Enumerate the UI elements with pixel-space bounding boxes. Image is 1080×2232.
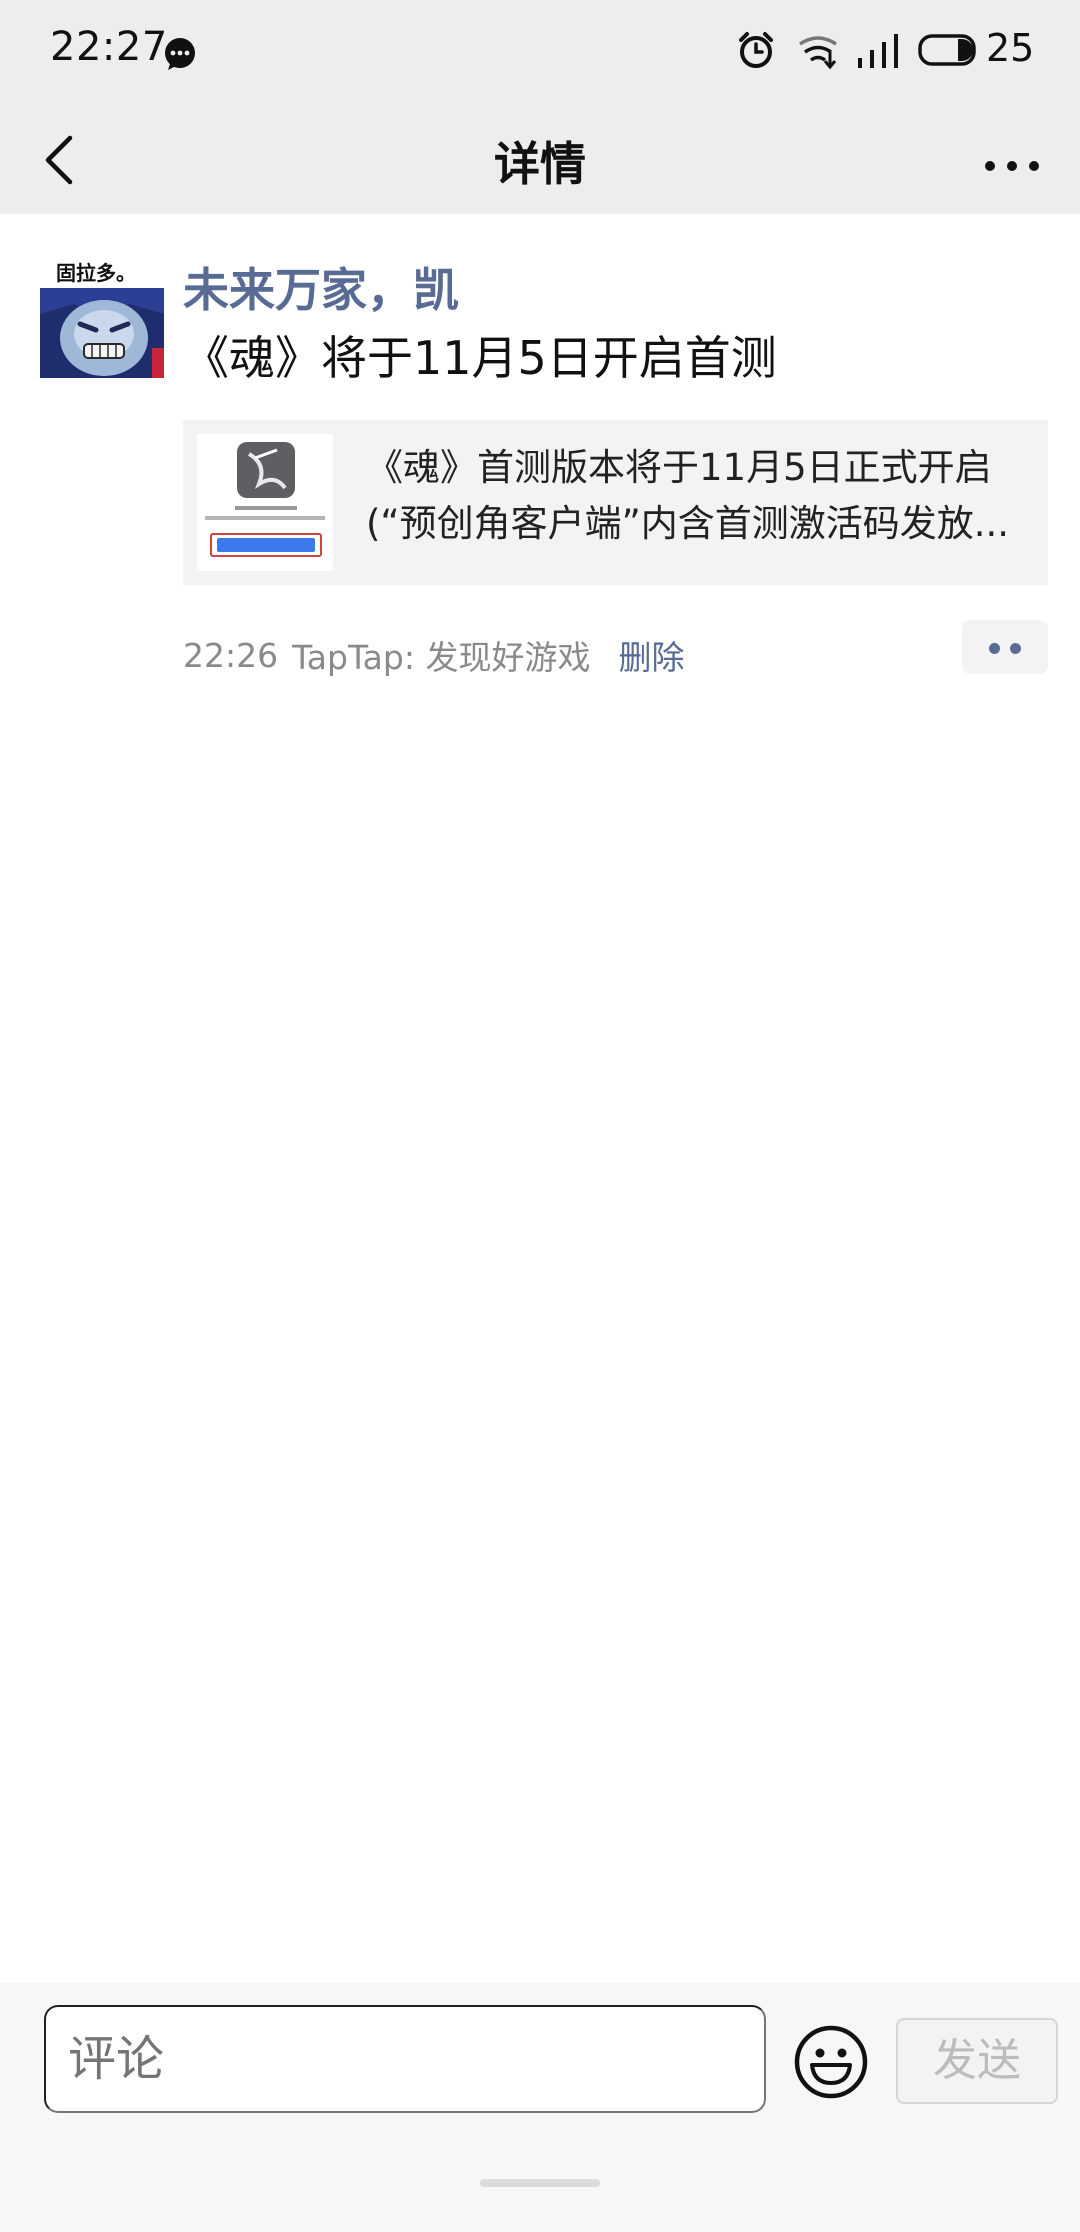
avatar[interactable]: 固拉多。 bbox=[40, 254, 164, 378]
shared-link-card[interactable]: 《魂》首测版本将于11月5日正式开启 (“预创角客户端”内含首测激活码发放... bbox=[183, 420, 1048, 585]
signal-icon bbox=[858, 34, 898, 68]
battery-level: 25 bbox=[986, 26, 1035, 70]
link-title: 《魂》首测版本将于11月5日正式开启 (“预创角客户端”内含首测激活码发放... bbox=[366, 440, 1031, 552]
more-dots-icon[interactable] bbox=[976, 124, 1048, 194]
send-button[interactable]: 发送 bbox=[896, 2018, 1058, 2104]
like-comment-button[interactable] bbox=[962, 620, 1048, 674]
delete-button[interactable]: 删除 bbox=[618, 631, 684, 679]
moment-detail-screen: 22:27 25 详情 固拉多。 未来万家，凯 《魂》将于11月5日开启首测 《… bbox=[0, 0, 1080, 2232]
avatar-caption: 固拉多。 bbox=[56, 261, 136, 285]
status-time: 22:27 bbox=[50, 24, 168, 70]
link-thumbnail bbox=[197, 434, 333, 571]
battery-icon bbox=[918, 34, 976, 66]
home-indicator[interactable] bbox=[480, 2179, 600, 2187]
comment-input[interactable] bbox=[44, 2005, 766, 2113]
action-dot bbox=[1010, 643, 1021, 654]
nav-bar: 详情 bbox=[0, 106, 1080, 214]
post-source[interactable]: TapTap: 发现好游戏 bbox=[292, 631, 590, 679]
avatar-image: 固拉多。 bbox=[40, 254, 164, 378]
status-bar: 22:27 25 bbox=[0, 0, 1080, 106]
post-text: 《魂》将于11月5日开启首测 bbox=[183, 331, 777, 385]
post-author-name[interactable]: 未来万家，凯 bbox=[183, 254, 459, 320]
post-meta: 22:26 TapTap: 发现好游戏 删除 bbox=[183, 630, 684, 680]
message-bubble-icon bbox=[165, 38, 195, 70]
page-title: 详情 bbox=[494, 137, 586, 191]
wifi-icon bbox=[799, 36, 837, 70]
link-title-line1: 《魂》首测版本将于11月5日正式开启 bbox=[366, 446, 992, 489]
emoji-icon[interactable] bbox=[792, 2023, 870, 2101]
post-time: 22:26 bbox=[183, 635, 279, 675]
link-title-line2: (“预创角客户端”内含首测激活码发放... bbox=[366, 502, 1010, 545]
comment-bar: 发送 bbox=[0, 1983, 1080, 2232]
alarm-icon bbox=[739, 32, 773, 68]
action-dot bbox=[989, 643, 1000, 654]
